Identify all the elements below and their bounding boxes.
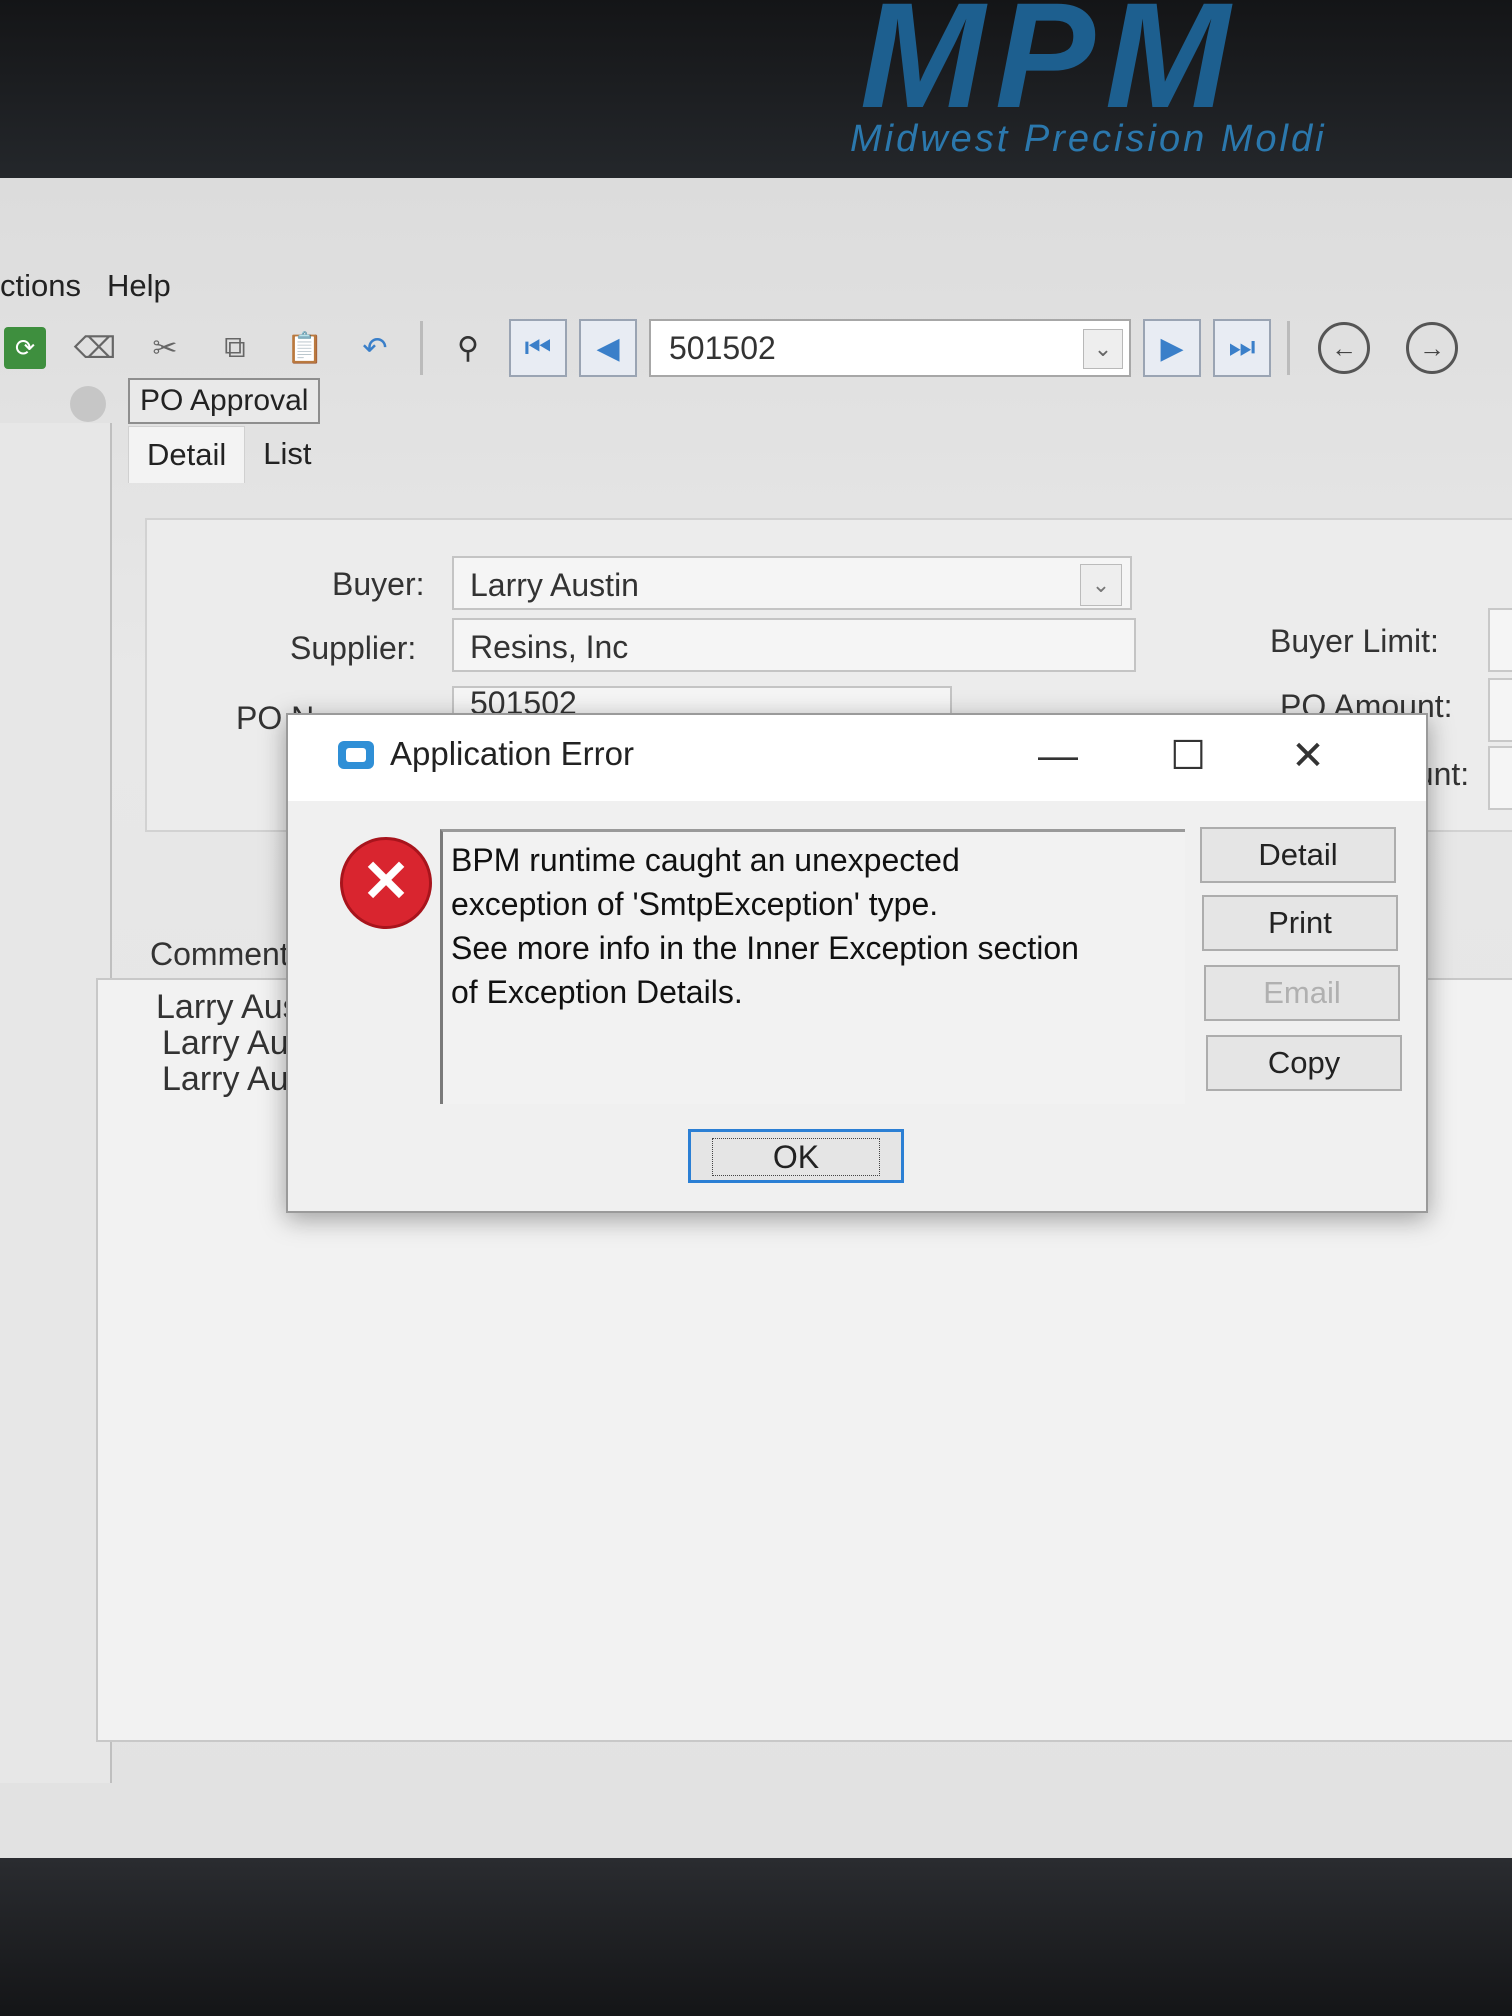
previous-record-icon[interactable]: ◀ — [579, 319, 637, 377]
form-tabs: Detail List — [128, 426, 330, 483]
print-button[interactable]: Print — [1202, 895, 1398, 951]
wallpaper-tagline: Midwest Precision Moldi — [850, 118, 1327, 160]
copy-icon[interactable]: ⧉ — [214, 327, 256, 369]
record-number-combobox[interactable]: 501502 ⌄ — [649, 319, 1131, 377]
refresh-icon[interactable]: ⟳ — [4, 327, 46, 369]
supplier-field[interactable]: Resins, Inc — [452, 618, 1136, 672]
buyer-limit-field[interactable] — [1488, 608, 1512, 672]
menu-bar: ctions Help — [0, 264, 171, 312]
toolbar-separator — [1287, 321, 1290, 375]
email-button[interactable]: Email — [1204, 965, 1400, 1021]
buyer-value: Larry Austin — [470, 567, 639, 603]
paste-icon[interactable]: 📋 — [284, 327, 326, 369]
minimize-icon[interactable]: — — [1028, 731, 1088, 781]
copy-button[interactable]: Copy — [1206, 1035, 1402, 1091]
chevron-down-icon[interactable]: ⌄ — [1080, 564, 1122, 606]
buyer-limit-label: Buyer Limit: — [1270, 623, 1439, 659]
comment-line: Larry Aus — [156, 988, 300, 1026]
supplier-label: Supplier: — [290, 630, 417, 666]
forward-icon[interactable]: → — [1406, 322, 1458, 374]
toolbar-separator — [420, 321, 423, 375]
close-icon[interactable]: ✕ — [1278, 731, 1338, 781]
error-message-line: See more info in the Inner Exception sec… — [451, 930, 1079, 966]
first-record-icon[interactable]: ⏮ — [509, 319, 567, 377]
error-message-line: exception of 'SmtpException' type. — [451, 886, 939, 922]
menu-item-actions[interactable]: ctions — [0, 264, 81, 312]
toolbar: ⟳ ⌫ ✂ ⧉ 📋 ↶ ⚲ ⏮ ◀ 501502 ⌄ ▶ ⏭ ← → — [0, 308, 1512, 388]
buyer-label: Buyer: — [332, 566, 425, 602]
monitor-bezel-top: MPM Midwest Precision Moldi — [0, 0, 1512, 178]
error-message-line: of Exception Details. — [451, 974, 743, 1010]
error-icon: ✕ — [340, 837, 432, 929]
menu-item-help[interactable]: Help — [107, 264, 171, 312]
po-amount-field[interactable] — [1488, 678, 1512, 742]
comment-line: Larry Aus — [162, 1024, 306, 1062]
comments-label: Comments — [150, 936, 305, 972]
chevron-down-icon[interactable]: ⌄ — [1083, 329, 1123, 369]
ok-button-label: OK — [711, 1138, 881, 1176]
wallpaper-logo: MPM — [860, 0, 1240, 139]
tab-list[interactable]: List — [245, 426, 329, 483]
undo-icon[interactable]: ↶ — [354, 327, 396, 369]
binoculars-search-icon[interactable]: ⚲ — [447, 327, 489, 369]
detail-button[interactable]: Detail — [1200, 827, 1396, 883]
last-record-icon[interactable]: ⏭ — [1213, 319, 1271, 377]
maximize-icon[interactable]: ☐ — [1158, 731, 1218, 781]
back-icon[interactable]: ← — [1318, 322, 1370, 374]
supplier-value: Resins, Inc — [470, 629, 629, 665]
application-error-dialog: Application Error — ☐ ✕ ✕ BPM runtime ca… — [286, 713, 1428, 1213]
comment-line: Larry Aus — [162, 1060, 306, 1098]
error-message-line: BPM runtime caught an unexpected — [451, 842, 960, 878]
record-number-value: 501502 — [669, 330, 776, 366]
dialog-titlebar[interactable]: Application Error — ☐ ✕ — [288, 715, 1426, 801]
buyer-combobox[interactable]: Larry Austin ⌄ — [452, 556, 1132, 610]
ok-button[interactable]: OK — [688, 1129, 904, 1183]
monitor-bezel-bottom — [0, 1858, 1512, 2016]
eraser-icon[interactable]: ⌫ — [74, 327, 116, 369]
dialog-title: Application Error — [390, 735, 634, 772]
form-icon — [70, 386, 106, 422]
error-message-box: BPM runtime caught an unexpected excepti… — [440, 829, 1185, 1104]
cut-icon[interactable]: ✂ — [144, 327, 186, 369]
app-icon — [338, 741, 374, 769]
application-window: ctions Help ⟳ ⌫ ✂ ⧉ 📋 ↶ ⚲ ⏮ ◀ 501502 ⌄ ▶… — [0, 178, 1512, 1858]
next-record-icon[interactable]: ▶ — [1143, 319, 1201, 377]
form-title: PO Approval — [128, 378, 321, 424]
tab-detail[interactable]: Detail — [128, 426, 246, 483]
amount-field[interactable] — [1488, 746, 1512, 810]
